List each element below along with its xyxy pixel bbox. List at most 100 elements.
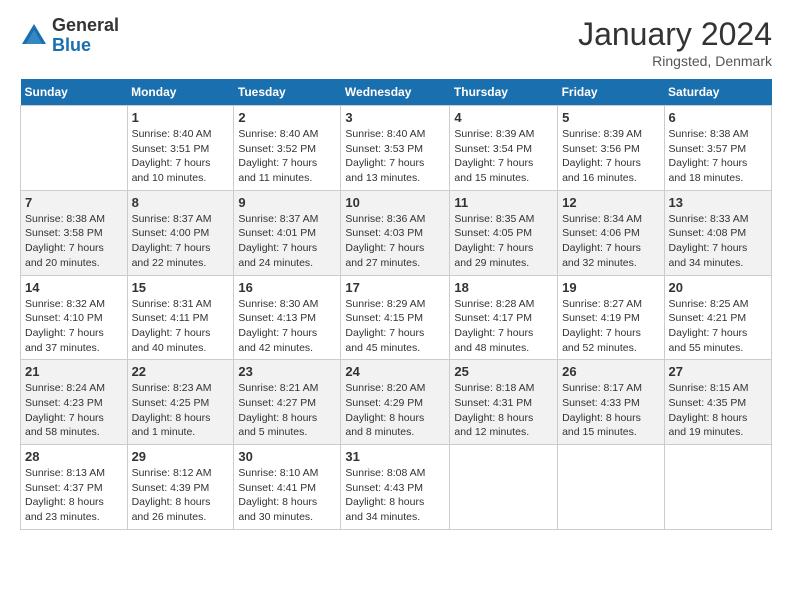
calendar-cell: 15 Sunrise: 8:31 AM Sunset: 4:11 PM Dayli…	[127, 275, 234, 360]
cell-content: Sunrise: 8:21 AM Sunset: 4:27 PM Dayligh…	[238, 381, 336, 440]
day-header-wednesday: Wednesday	[341, 79, 450, 106]
cell-content: Sunrise: 8:17 AM Sunset: 4:33 PM Dayligh…	[562, 381, 659, 440]
calendar-cell: 2 Sunrise: 8:40 AM Sunset: 3:52 PM Daylig…	[234, 106, 341, 191]
calendar-cell: 18 Sunrise: 8:28 AM Sunset: 4:17 PM Dayli…	[450, 275, 558, 360]
day-number: 13	[669, 195, 767, 210]
day-number: 6	[669, 110, 767, 125]
day-number: 16	[238, 280, 336, 295]
day-number: 23	[238, 364, 336, 379]
month-title: January 2024	[578, 16, 772, 53]
day-number: 17	[345, 280, 445, 295]
cell-content: Sunrise: 8:37 AM Sunset: 4:01 PM Dayligh…	[238, 212, 336, 271]
cell-content: Sunrise: 8:15 AM Sunset: 4:35 PM Dayligh…	[669, 381, 767, 440]
calendar-cell: 27 Sunrise: 8:15 AM Sunset: 4:35 PM Dayli…	[664, 360, 771, 445]
calendar-cell: 16 Sunrise: 8:30 AM Sunset: 4:13 PM Dayli…	[234, 275, 341, 360]
cell-content: Sunrise: 8:12 AM Sunset: 4:39 PM Dayligh…	[132, 466, 230, 525]
calendar-cell: 10 Sunrise: 8:36 AM Sunset: 4:03 PM Dayli…	[341, 190, 450, 275]
cell-content: Sunrise: 8:30 AM Sunset: 4:13 PM Dayligh…	[238, 297, 336, 356]
calendar-cell	[21, 106, 128, 191]
day-number: 15	[132, 280, 230, 295]
cell-content: Sunrise: 8:20 AM Sunset: 4:29 PM Dayligh…	[345, 381, 445, 440]
calendar-cell: 19 Sunrise: 8:27 AM Sunset: 4:19 PM Dayli…	[558, 275, 664, 360]
calendar-cell: 26 Sunrise: 8:17 AM Sunset: 4:33 PM Dayli…	[558, 360, 664, 445]
cell-content: Sunrise: 8:18 AM Sunset: 4:31 PM Dayligh…	[454, 381, 553, 440]
day-number: 30	[238, 449, 336, 464]
calendar-cell: 14Sunrise: 8:32 AM Sunset: 4:10 PM Dayli…	[21, 275, 128, 360]
calendar-cell: 12Sunrise: 8:34 AM Sunset: 4:06 PM Dayli…	[558, 190, 664, 275]
day-number: 9	[238, 195, 336, 210]
logo-general-text: General	[52, 16, 119, 36]
week-row-3: 14Sunrise: 8:32 AM Sunset: 4:10 PM Dayli…	[21, 275, 772, 360]
location: Ringsted, Denmark	[578, 53, 772, 69]
header-row: SundayMondayTuesdayWednesdayThursdayFrid…	[21, 79, 772, 106]
cell-content: Sunrise: 8:33 AM Sunset: 4:08 PM Dayligh…	[669, 212, 767, 271]
calendar-cell: 1 Sunrise: 8:40 AM Sunset: 3:51 PM Daylig…	[127, 106, 234, 191]
day-number: 2	[238, 110, 336, 125]
week-row-5: 28Sunrise: 8:13 AM Sunset: 4:37 PM Dayli…	[21, 445, 772, 530]
calendar-cell: 24 Sunrise: 8:20 AM Sunset: 4:29 PM Dayli…	[341, 360, 450, 445]
cell-content: Sunrise: 8:08 AM Sunset: 4:43 PM Dayligh…	[345, 466, 445, 525]
day-header-thursday: Thursday	[450, 79, 558, 106]
day-number: 20	[669, 280, 767, 295]
day-number: 21	[25, 364, 123, 379]
cell-content: Sunrise: 8:28 AM Sunset: 4:17 PM Dayligh…	[454, 297, 553, 356]
day-number: 29	[132, 449, 230, 464]
cell-content: Sunrise: 8:38 AM Sunset: 3:57 PM Dayligh…	[669, 127, 767, 186]
day-number: 27	[669, 364, 767, 379]
day-header-monday: Monday	[127, 79, 234, 106]
week-row-1: 1 Sunrise: 8:40 AM Sunset: 3:51 PM Daylig…	[21, 106, 772, 191]
calendar-cell: 17 Sunrise: 8:29 AM Sunset: 4:15 PM Dayli…	[341, 275, 450, 360]
calendar-cell: 29 Sunrise: 8:12 AM Sunset: 4:39 PM Dayli…	[127, 445, 234, 530]
cell-content: Sunrise: 8:10 AM Sunset: 4:41 PM Dayligh…	[238, 466, 336, 525]
calendar-cell: 22Sunrise: 8:23 AM Sunset: 4:25 PM Dayli…	[127, 360, 234, 445]
calendar-cell	[450, 445, 558, 530]
calendar-cell: 11 Sunrise: 8:35 AM Sunset: 4:05 PM Dayli…	[450, 190, 558, 275]
calendar-cell: 21 Sunrise: 8:24 AM Sunset: 4:23 PM Dayli…	[21, 360, 128, 445]
day-number: 31	[345, 449, 445, 464]
calendar-cell: 31 Sunrise: 8:08 AM Sunset: 4:43 PM Dayli…	[341, 445, 450, 530]
day-number: 19	[562, 280, 659, 295]
day-number: 26	[562, 364, 659, 379]
cell-content: Sunrise: 8:24 AM Sunset: 4:23 PM Dayligh…	[25, 381, 123, 440]
cell-content: Sunrise: 8:40 AM Sunset: 3:51 PM Dayligh…	[132, 127, 230, 186]
calendar-cell: 8 Sunrise: 8:37 AM Sunset: 4:00 PM Daylig…	[127, 190, 234, 275]
day-number: 25	[454, 364, 553, 379]
cell-content: Sunrise: 8:35 AM Sunset: 4:05 PM Dayligh…	[454, 212, 553, 271]
calendar-cell	[558, 445, 664, 530]
cell-content: Sunrise: 8:39 AM Sunset: 3:56 PM Dayligh…	[562, 127, 659, 186]
day-number: 24	[345, 364, 445, 379]
calendar-cell: 3Sunrise: 8:40 AM Sunset: 3:53 PM Daylig…	[341, 106, 450, 191]
day-number: 10	[345, 195, 445, 210]
cell-content: Sunrise: 8:27 AM Sunset: 4:19 PM Dayligh…	[562, 297, 659, 356]
logo-icon	[20, 22, 48, 50]
cell-content: Sunrise: 8:31 AM Sunset: 4:11 PM Dayligh…	[132, 297, 230, 356]
calendar-cell: 6 Sunrise: 8:38 AM Sunset: 3:57 PM Daylig…	[664, 106, 771, 191]
page: General Blue January 2024 Ringsted, Denm…	[0, 0, 792, 612]
day-number: 12	[562, 195, 659, 210]
day-number: 11	[454, 195, 553, 210]
calendar-cell: 5 Sunrise: 8:39 AM Sunset: 3:56 PM Daylig…	[558, 106, 664, 191]
cell-content: Sunrise: 8:39 AM Sunset: 3:54 PM Dayligh…	[454, 127, 553, 186]
cell-content: Sunrise: 8:36 AM Sunset: 4:03 PM Dayligh…	[345, 212, 445, 271]
cell-content: Sunrise: 8:40 AM Sunset: 3:52 PM Dayligh…	[238, 127, 336, 186]
cell-content: Sunrise: 8:13 AM Sunset: 4:37 PM Dayligh…	[25, 466, 123, 525]
logo: General Blue	[20, 16, 119, 56]
day-number: 1	[132, 110, 230, 125]
day-number: 18	[454, 280, 553, 295]
calendar-cell: 7Sunrise: 8:38 AM Sunset: 3:58 PM Daylig…	[21, 190, 128, 275]
calendar-table: SundayMondayTuesdayWednesdayThursdayFrid…	[20, 79, 772, 530]
day-number: 14	[25, 280, 123, 295]
calendar-cell	[664, 445, 771, 530]
day-number: 8	[132, 195, 230, 210]
calendar-cell: 13 Sunrise: 8:33 AM Sunset: 4:08 PM Dayli…	[664, 190, 771, 275]
day-number: 4	[454, 110, 553, 125]
cell-content: Sunrise: 8:37 AM Sunset: 4:00 PM Dayligh…	[132, 212, 230, 271]
cell-content: Sunrise: 8:23 AM Sunset: 4:25 PM Dayligh…	[132, 381, 230, 440]
cell-content: Sunrise: 8:29 AM Sunset: 4:15 PM Dayligh…	[345, 297, 445, 356]
calendar-cell: 20Sunrise: 8:25 AM Sunset: 4:21 PM Dayli…	[664, 275, 771, 360]
day-header-friday: Friday	[558, 79, 664, 106]
day-header-saturday: Saturday	[664, 79, 771, 106]
day-number: 5	[562, 110, 659, 125]
calendar-cell: 30 Sunrise: 8:10 AM Sunset: 4:41 PM Dayli…	[234, 445, 341, 530]
logo-blue-text: Blue	[52, 36, 119, 56]
